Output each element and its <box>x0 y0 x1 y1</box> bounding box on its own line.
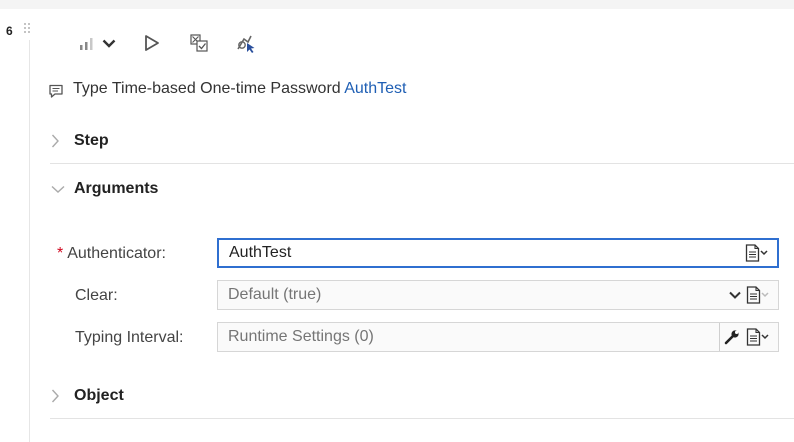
highlight-object-icon[interactable] <box>234 30 258 56</box>
field-separator <box>719 323 720 351</box>
typing-interval-label: Typing Interval: <box>75 329 184 346</box>
section-step-header[interactable]: Step <box>50 126 109 156</box>
step-action-text: Type Time-based One-time Password <box>73 80 341 97</box>
typing-interval-field <box>217 322 779 352</box>
authenticator-field <box>217 238 779 268</box>
chevron-right-icon <box>51 389 59 403</box>
section-arguments-header[interactable]: Arguments <box>50 174 158 204</box>
section-step-title: Step <box>74 132 109 149</box>
step-number: 6 <box>6 24 13 38</box>
required-marker: * <box>57 245 64 262</box>
wrench-icon[interactable] <box>724 323 740 351</box>
section-object-header[interactable]: Object <box>50 381 124 411</box>
chevron-down-icon[interactable] <box>100 30 118 56</box>
chevron-down-icon <box>51 185 65 193</box>
parameter-menu-icon[interactable] <box>746 281 770 309</box>
clear-input[interactable] <box>228 281 668 309</box>
clear-label: Clear: <box>75 287 118 304</box>
signal-bars-icon[interactable] <box>78 30 98 56</box>
authenticator-label: * Authenticator: <box>57 245 166 263</box>
clear-field <box>217 280 779 310</box>
step-left-border <box>29 40 30 442</box>
comment-icon <box>48 83 64 104</box>
chevron-right-icon <box>51 134 59 148</box>
checklist-icon[interactable] <box>188 30 210 56</box>
top-band <box>0 0 794 9</box>
authenticator-label-text: Authenticator: <box>67 245 166 262</box>
parameter-menu-icon[interactable] <box>745 240 769 266</box>
parameter-menu-icon[interactable] <box>746 323 770 351</box>
section-divider <box>50 163 794 164</box>
section-arguments-title: Arguments <box>74 180 159 197</box>
step-description: Type Time-based One-time Password AuthTe… <box>73 80 407 98</box>
section-object-title: Object <box>74 387 124 404</box>
typing-interval-input[interactable] <box>228 323 668 351</box>
section-divider <box>50 418 794 419</box>
play-icon[interactable] <box>142 30 162 56</box>
authenticator-input[interactable] <box>229 240 669 266</box>
clear-dropdown-chevron-icon[interactable] <box>728 281 742 309</box>
step-object-link[interactable]: AuthTest <box>344 80 406 97</box>
drag-handle-icon[interactable] <box>23 22 33 36</box>
